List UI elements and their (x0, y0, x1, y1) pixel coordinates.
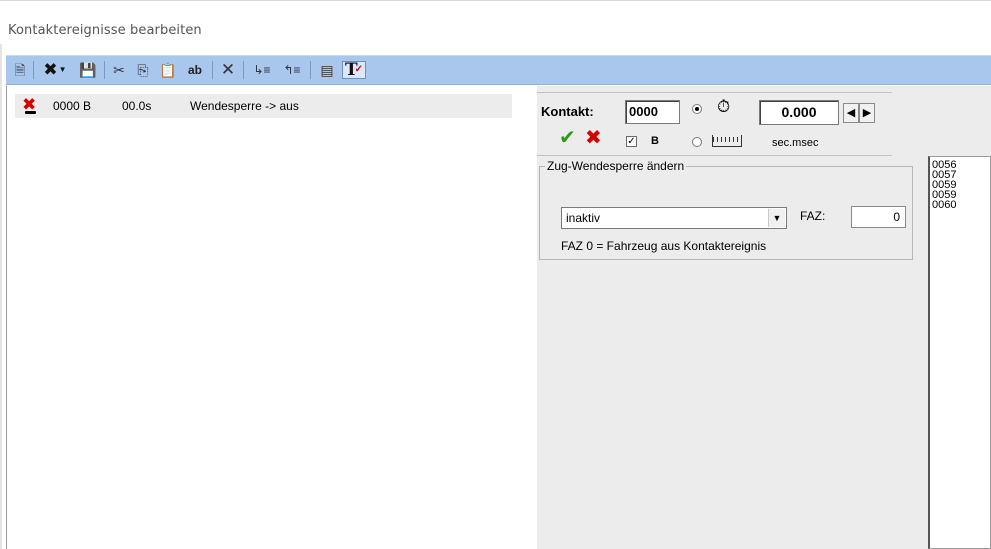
list-item[interactable]: ✖ 0000 B 00.0s Wendesperre -> aus (15, 94, 512, 118)
ruler-ticks (713, 137, 741, 142)
contact-number-list[interactable]: 0056 0057 0059 0059 0060 (928, 156, 991, 549)
save-glyph: 💾 (79, 62, 97, 78)
b-checkbox-label: B (651, 135, 659, 147)
accept-button[interactable]: ✔ (559, 127, 581, 149)
paste-icon[interactable]: 📋 (158, 61, 178, 79)
move-down-icon[interactable]: ↳≡ (250, 61, 274, 79)
distance-radio[interactable] (692, 137, 702, 147)
wendesperre-select[interactable]: inaktiv ▼ (561, 207, 787, 229)
disabled-event-icon: ✖ (22, 96, 39, 114)
stopwatch-icon: ⏱ (717, 97, 731, 116)
save-icon[interactable]: 💾 (79, 61, 97, 79)
cut-glyph: ✂ (113, 62, 125, 78)
faz-label: FAZ: (800, 209, 826, 223)
new-document-glyph: 🗎 (14, 62, 26, 78)
disable-event-glyph: ✖ (43, 60, 58, 79)
event-list[interactable]: ✖ 0000 B 00.0s Wendesperre -> aus (6, 86, 537, 549)
group-legend: Zug-Wendesperre ändern (545, 159, 687, 173)
list-view-icon[interactable]: ▤ (317, 61, 337, 79)
event-time: 00.0s (122, 99, 152, 113)
list-view-glyph: ▤ (320, 62, 334, 78)
toolbar: 🗎 ✖ ▼ 💾 ✂ ⎘ 📋 ab ✕ ↳≡ ↰≡ ▤ T ✓ (6, 55, 991, 85)
disable-event-icon[interactable]: ✖ ▼ (39, 61, 71, 79)
ruler-icon (712, 135, 742, 147)
copy-icon[interactable]: ⎘ (134, 61, 152, 79)
move-up-icon[interactable]: ↰≡ (280, 61, 304, 79)
text-tool-icon[interactable]: T ✓ (342, 61, 366, 79)
toolbar-separator (104, 61, 105, 79)
timer-radio[interactable] (692, 104, 702, 114)
toolbar-separator (33, 61, 34, 79)
toolbar-separator (310, 61, 311, 79)
paste-special-icon[interactable]: ab (184, 61, 206, 79)
paste-special-glyph: ab (187, 63, 202, 77)
delete-icon[interactable]: ✕ (219, 61, 237, 79)
move-down-glyph: ↳≡ (253, 63, 271, 77)
event-contact: 0000 B (53, 99, 92, 113)
dropdown-arrow-icon: ▼ (58, 65, 67, 74)
move-up-glyph: ↰≡ (283, 63, 301, 77)
window-titlebar: Kontaktereignisse bearbeiten (0, 0, 991, 44)
cut-icon[interactable]: ✂ (111, 61, 127, 79)
contact-controls: Kontakt: 0000 ⏱ 0.000 ◀ ▶ ✔ ✖ ✓ B sec.ms… (537, 92, 892, 156)
time-input[interactable]: 0.000 (759, 100, 839, 125)
kontakt-label: Kontakt: (541, 104, 594, 119)
event-description: Wendesperre -> aus (190, 99, 299, 113)
new-document-icon[interactable]: 🗎 (12, 61, 28, 79)
time-unit-label: sec.msec (772, 137, 819, 149)
b-checkbox[interactable]: ✓ (626, 136, 637, 147)
edit-panel: Kontakt: 0000 ⏱ 0.000 ◀ ▶ ✔ ✖ ✓ B sec.ms… (537, 86, 991, 549)
wendesperre-group: Zug-Wendesperre ändern inaktiv ▼ FAZ: 0 … (539, 159, 913, 260)
paste-glyph: 📋 (159, 62, 177, 78)
kontakt-value: 0000 (629, 104, 658, 119)
text-tool-check-icon: ✓ (354, 64, 364, 75)
cancel-button[interactable]: ✖ (585, 127, 607, 149)
check-icon: ✓ (627, 136, 636, 147)
faz-note: FAZ 0 = Fahrzeug aus Kontaktereignis (561, 239, 767, 253)
time-increase-button[interactable]: ▶ (859, 103, 875, 123)
faz-value: 0 (893, 210, 900, 224)
kontakt-input[interactable]: 0000 (625, 100, 680, 124)
time-decrease-button[interactable]: ◀ (843, 103, 859, 123)
toolbar-separator (243, 61, 244, 79)
chevron-down-icon[interactable]: ▼ (768, 209, 785, 227)
select-value: inaktiv (566, 211, 601, 225)
delete-glyph: ✕ (220, 60, 236, 79)
faz-input[interactable]: 0 (851, 206, 906, 228)
window-left-edge (0, 44, 2, 549)
toolbar-separator (212, 61, 213, 79)
copy-glyph: ⎘ (137, 62, 149, 78)
window-title: Kontaktereignisse bearbeiten (8, 23, 202, 38)
list-item[interactable]: 0060 (932, 200, 990, 211)
time-value: 0.000 (781, 104, 817, 120)
